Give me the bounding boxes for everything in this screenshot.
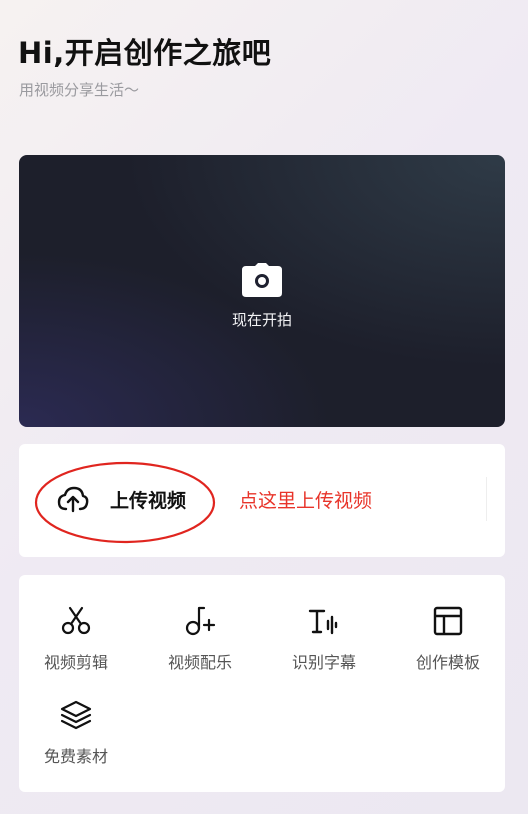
divider — [486, 477, 487, 521]
start-shooting-card[interactable]: 现在开拍 — [19, 155, 505, 427]
page-subtitle: 用视频分享生活～ — [19, 81, 140, 99]
tool-label: 视频配乐 — [167, 653, 232, 672]
tool-free-materials[interactable]: 免费素材 — [16, 699, 136, 779]
tool-label: 创作模板 — [415, 653, 480, 672]
upload-video-label: 上传视频 — [110, 490, 187, 512]
page-title: Hi,开启创作之旅吧 — [18, 36, 272, 70]
tools-card: 视频剪辑 视频配乐 识别字幕 创作模板 免费素材 — [19, 575, 505, 792]
start-shooting-label: 现在开拍 — [231, 311, 292, 329]
upload-card: 上传视频 点这里上传视频 — [19, 444, 505, 557]
camera-icon — [242, 263, 282, 297]
tool-label: 识别字幕 — [291, 653, 356, 672]
tool-video-edit[interactable]: 视频剪辑 — [16, 605, 136, 685]
music-add-icon — [185, 606, 216, 636]
tool-video-music[interactable]: 视频配乐 — [140, 605, 260, 685]
cloud-upload-icon — [57, 486, 89, 513]
upload-video-button[interactable]: 上传视频 — [57, 470, 227, 526]
tool-label: 免费素材 — [43, 747, 108, 766]
template-icon — [433, 606, 463, 636]
layers-icon — [60, 700, 92, 730]
text-recognition-icon — [308, 609, 338, 635]
upload-hint-annotation: 点这里上传视频 — [239, 490, 373, 512]
scissors-icon — [61, 606, 91, 635]
tool-recognize-subtitles[interactable]: 识别字幕 — [264, 605, 384, 685]
tool-label: 视频剪辑 — [43, 653, 108, 672]
tool-creation-template[interactable]: 创作模板 — [388, 605, 508, 685]
